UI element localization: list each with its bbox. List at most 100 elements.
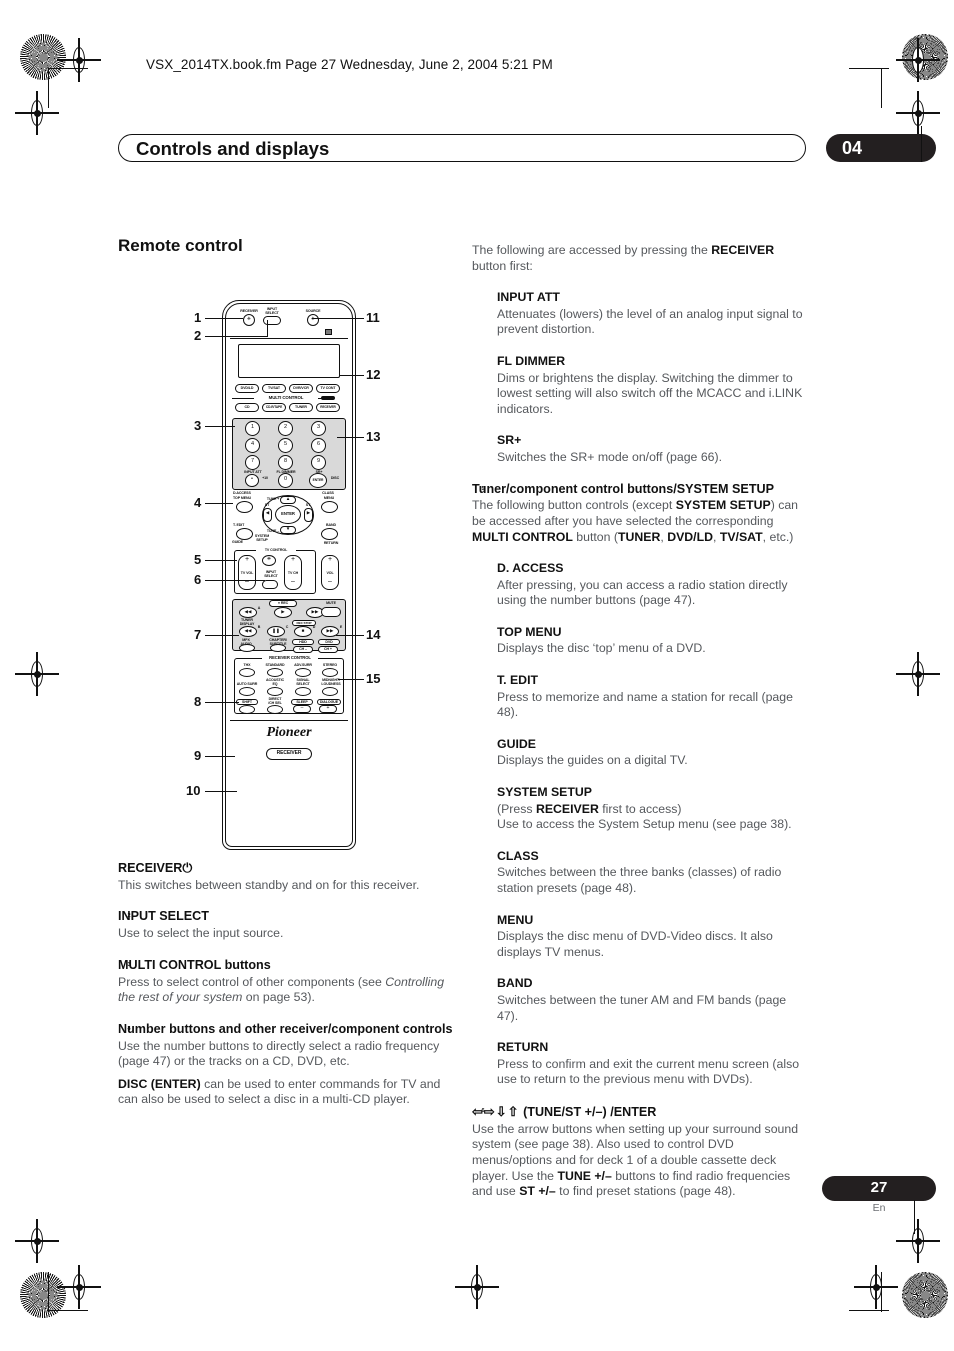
ir-emitter-icon xyxy=(325,329,332,335)
sub-item-menu: MENU Displays the disc menu of DVD-Video… xyxy=(497,913,808,961)
item-5-title: Tuner/component control buttons/SYSTEM S… xyxy=(472,481,775,496)
callout-leader-11 xyxy=(312,318,364,320)
multi-control-dvrvcr-label: DVR/VCR xyxy=(293,386,309,390)
number-button-0-label: 0 xyxy=(283,476,288,482)
input-select-button[interactable] xyxy=(263,316,281,325)
direct-chsel-button[interactable] xyxy=(267,705,283,714)
item-3-body-a: Press to select control of other compone… xyxy=(118,974,386,989)
mpx-audio-button[interactable] xyxy=(239,644,255,652)
dot-button-label: • xyxy=(251,476,253,482)
midnight-loudness-button[interactable] xyxy=(322,687,338,696)
transport-mark-d: D xyxy=(312,625,316,629)
item-2-heading: 2 INPUT SELECT xyxy=(118,909,454,925)
callout-leader-3 xyxy=(205,426,235,428)
tune-up-label: TUNE + xyxy=(266,497,280,501)
callout-6: 6 xyxy=(194,572,202,587)
auto-surr-button[interactable] xyxy=(239,687,255,696)
callout-7: 7 xyxy=(194,627,202,642)
callout-leader-6 xyxy=(205,580,265,582)
adv-surr-button[interactable] xyxy=(295,668,311,677)
sub-item-t-edit-body: Press to memorize and name a station for… xyxy=(497,689,793,720)
transport-mark-e: E xyxy=(339,625,343,629)
standard-button[interactable] xyxy=(267,668,283,677)
page-language: En xyxy=(872,1202,886,1214)
callout-leader-15 xyxy=(338,679,364,681)
shift-button[interactable] xyxy=(239,705,255,714)
t-edit-label: T. EDIT xyxy=(233,523,245,527)
item-4-heading: 4 Number buttons and other receiver/compo… xyxy=(118,1022,454,1038)
tv-input-select-label: INPUT SELECT xyxy=(264,570,278,579)
auto-surr-label: AUTO SURR xyxy=(236,682,258,686)
plus-icon: + xyxy=(244,556,250,563)
item-5-bold-5: TV/SAT xyxy=(719,529,763,544)
sub-item-input-att-body: Attenuates (lowers) the level of an anal… xyxy=(497,306,803,337)
item-3-body: Press to select control of other compone… xyxy=(118,975,454,1006)
registration-mark xyxy=(896,1219,940,1263)
callout-leader-2v xyxy=(267,320,269,337)
tune-down-label: TUNE – xyxy=(266,529,280,533)
sub-item-fl-dimmer-title: FL DIMMER xyxy=(497,353,566,368)
right-intro-a: The following are accessed by pressing t… xyxy=(472,243,712,257)
right-intro-b: button first: xyxy=(472,258,533,273)
mute-button[interactable] xyxy=(321,607,341,617)
plus-icon: + xyxy=(327,556,333,563)
chapter-subtitle-button[interactable] xyxy=(270,644,286,652)
item-2-body: Use to select the input source. xyxy=(118,926,284,941)
number-button-1-label: 1 xyxy=(250,424,255,430)
sub-item-top-menu-body: Displays the disc ‘top’ menu of a DVD. xyxy=(497,641,706,656)
callout-13: 13 xyxy=(366,429,381,444)
callout-leader-5 xyxy=(205,560,237,562)
pause-icon: ❚❚ xyxy=(272,628,280,633)
right-column: The following are accessed by pressing t… xyxy=(472,243,808,1207)
left-column-list: 1 RECEIVER⏻ This switches between standby… xyxy=(118,861,454,1115)
multi-control-cdrtape-label: CD-R/TAPE xyxy=(265,405,283,409)
callout-11: 11 xyxy=(366,310,380,325)
registration-mark xyxy=(57,1265,101,1309)
callout-2: 2 xyxy=(194,328,202,343)
callout-8: 8 xyxy=(194,694,202,709)
item-5-bold-1: SYSTEM SETUP xyxy=(675,498,771,513)
registration-mark xyxy=(896,38,940,82)
item-6-title: (TUNE/ST +/–) /ENTER xyxy=(523,1104,657,1119)
registration-mark xyxy=(896,652,940,696)
master-volume-label: VOL xyxy=(326,571,334,575)
multi-control-dvdld-label: DVD/LD xyxy=(240,386,254,390)
group-rule-left xyxy=(232,398,254,399)
top-menu-label: TOP MENU xyxy=(233,496,252,500)
transport-mark-b: B xyxy=(257,625,261,629)
sys-setup-b: first to access) xyxy=(598,801,682,816)
number-button-4-label: 4 xyxy=(250,441,255,447)
acoustic-eq-button[interactable] xyxy=(267,687,283,696)
callout-1: 1 xyxy=(194,310,202,325)
stereo-button[interactable] xyxy=(322,668,338,677)
menu-button[interactable] xyxy=(321,501,338,513)
print-rosette-top-left xyxy=(20,34,66,80)
item-2-number: 2 xyxy=(127,913,131,920)
callout-12: 12 xyxy=(366,367,381,382)
file-running-header: VSX_2014TX.book.fm Page 27 Wednesday, Ju… xyxy=(146,57,553,72)
minus-icon: – xyxy=(300,705,304,711)
arrow-right-icon: ▶ xyxy=(306,510,311,515)
sys-setup-bold: RECEIVER xyxy=(535,801,599,816)
thx-button[interactable] xyxy=(239,668,255,677)
crop-mark xyxy=(48,68,88,70)
thx-label: THX xyxy=(243,663,251,667)
sub-item-class: CLASS Switches between the three banks (… xyxy=(497,849,808,897)
signal-select-button[interactable] xyxy=(295,687,311,696)
minus-icon: – xyxy=(291,578,295,585)
sub-item-d-access-title: D. ACCESS xyxy=(497,561,564,576)
registration-mark xyxy=(15,1219,59,1263)
top-menu-button[interactable] xyxy=(236,501,253,513)
multi-control-tvsat-label: TV/SAT xyxy=(268,386,280,390)
signal-select-label: SIGNAL SELECT xyxy=(296,678,310,687)
enter-button-label: ENTER xyxy=(281,511,295,516)
sub-item-guide: GUIDE Displays the guides on a digital T… xyxy=(497,737,808,769)
page-number-badge: 27 xyxy=(822,1176,936,1201)
number-button-7-label: 7 xyxy=(250,458,255,464)
item-6-bold-2: ST +/– xyxy=(519,1184,556,1199)
item-1-body: This switches between standby and on for… xyxy=(118,877,420,892)
band-return-button[interactable] xyxy=(321,528,338,540)
sub-item-d-access-body: After pressing, you can access a radio s… xyxy=(497,577,788,608)
sub-item-system-setup-body-1: (Press RECEIVER first to access) xyxy=(497,802,808,818)
menu-label: MENU xyxy=(323,496,335,500)
